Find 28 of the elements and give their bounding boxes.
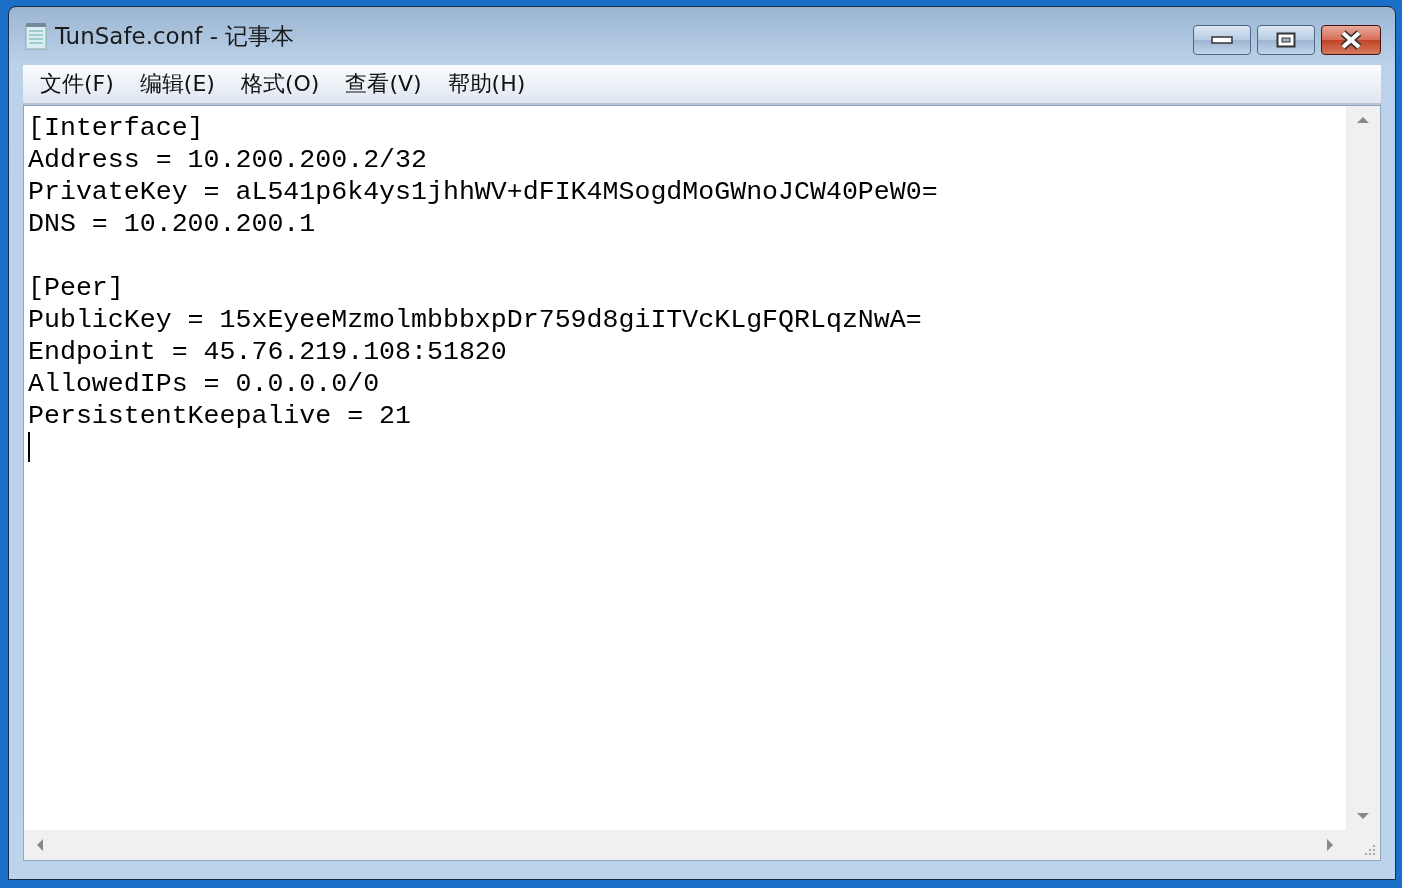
text-line: AllowedIPs = 0.0.0.0/0 xyxy=(28,368,381,400)
window-title: TunSafe.conf - 记事本 xyxy=(55,21,296,51)
maximize-button[interactable] xyxy=(1257,25,1315,55)
minimize-icon xyxy=(1211,36,1233,44)
menu-item[interactable]: 查看(V) xyxy=(332,69,435,99)
menu-item[interactable]: 帮助(H) xyxy=(434,69,539,99)
text-cursor xyxy=(28,432,30,462)
menu-item[interactable]: 编辑(E) xyxy=(126,69,228,99)
text-line: Address = 10.200.200.2/32 xyxy=(28,144,428,176)
scroll-up-icon[interactable] xyxy=(1356,116,1370,124)
maximize-icon xyxy=(1276,32,1296,48)
scroll-right-icon[interactable] xyxy=(1326,838,1334,852)
text-line: PersistentKeepalive = 21 xyxy=(28,400,412,432)
close-button[interactable] xyxy=(1321,25,1381,55)
text-line: [Interface] xyxy=(28,112,205,144)
text-line: DNS = 10.200.200.1 xyxy=(28,208,317,240)
text-line: Endpoint = 45.76.219.108:51820 xyxy=(28,336,508,368)
scroll-left-icon[interactable] xyxy=(36,838,44,852)
menu-item[interactable]: 格式(O) xyxy=(227,69,333,99)
text-line: PublicKey = 15xEyeeMzmolmbbbxpDr759d8giITVcKLgFQRLqzNwA= xyxy=(28,304,923,336)
close-icon xyxy=(1339,30,1363,50)
resize-grip-icon[interactable] xyxy=(1364,844,1376,856)
scroll-down-icon[interactable] xyxy=(1356,812,1370,820)
text-line: PrivateKey = aL541p6k4ys1jhhWV+dFIK4MSogdMoGWnoJCW40PeW0= xyxy=(28,176,939,208)
text-line: [Peer] xyxy=(28,272,125,304)
menu-item[interactable]: 文件(F) xyxy=(27,69,127,99)
minimize-button[interactable] xyxy=(1193,25,1251,55)
notepad-icon xyxy=(23,22,49,50)
